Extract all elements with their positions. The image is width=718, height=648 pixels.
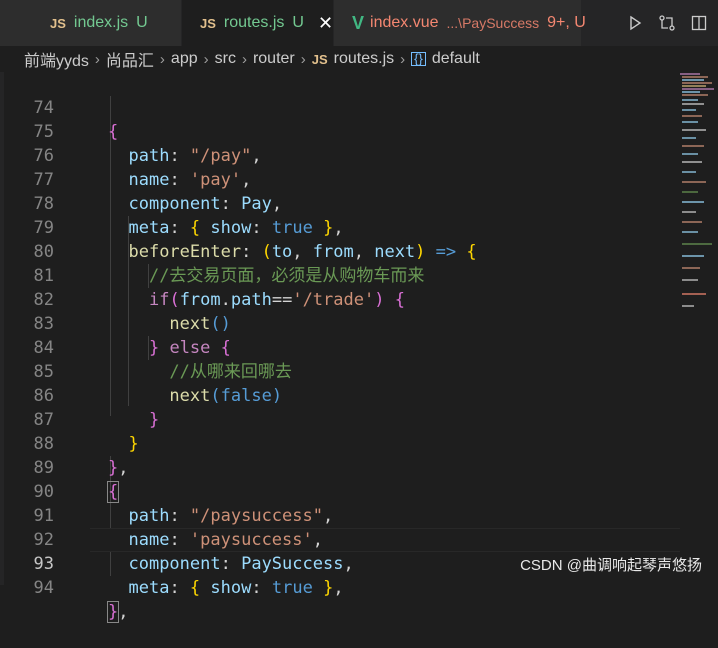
code-line: 93 meta: { show: true }, bbox=[0, 528, 680, 598]
chevron-right-icon: › bbox=[94, 50, 100, 68]
tab-description: ...\PaySuccess bbox=[446, 15, 540, 31]
javascript-file-icon: JS bbox=[200, 15, 216, 31]
code-line: 92 component: PaySuccess, bbox=[0, 504, 680, 574]
code-line: 76 name: 'pay', bbox=[0, 120, 680, 190]
code-line: 84 //从哪来回哪去 bbox=[0, 312, 680, 382]
code-line: 78 meta: { show: true }, bbox=[0, 168, 680, 238]
chevron-right-icon: › bbox=[241, 50, 247, 68]
code-line: 90 path: "/paysuccess", bbox=[0, 456, 680, 526]
symbol-icon: {} bbox=[411, 52, 426, 66]
line-number: 94 bbox=[33, 578, 54, 598]
code-line: 91 name: 'paysuccess', bbox=[0, 480, 680, 550]
javascript-file-icon: JS bbox=[50, 15, 66, 31]
code-line: 88 }, bbox=[0, 408, 680, 478]
code-line: 77 component: Pay, bbox=[0, 144, 680, 214]
code-line: 87 } bbox=[0, 384, 680, 454]
code-line: 75 path: "/pay", bbox=[0, 96, 680, 166]
split-editor-icon[interactable] bbox=[690, 14, 708, 32]
code-line: 89 { bbox=[0, 432, 680, 503]
tab-bar: JS index.js U JS routes.js U ✕ V index.v… bbox=[0, 0, 718, 46]
chevron-right-icon: › bbox=[300, 50, 306, 68]
code-line: 79 beforeEnter: (to, from, next) => { bbox=[0, 192, 680, 262]
javascript-file-icon: JS bbox=[311, 51, 328, 67]
code-line: 74 { bbox=[0, 72, 680, 142]
code-line: 85 next(false) bbox=[0, 336, 680, 406]
close-icon[interactable]: ✕ bbox=[318, 13, 333, 34]
chevron-right-icon: › bbox=[400, 50, 406, 68]
tab-routes-js[interactable]: JS routes.js U ✕ bbox=[182, 0, 334, 46]
breadcrumb-symbol[interactable]: default bbox=[432, 50, 480, 68]
minimap[interactable] bbox=[678, 72, 718, 312]
tab-index-vue[interactable]: V index.vue ...\PaySuccess 9+, U bbox=[334, 0, 586, 46]
code-editor[interactable]: 74 { 75 path: "/pay", 76 name: 'pay', 77… bbox=[0, 72, 718, 623]
breadcrumb-file[interactable]: routes.js bbox=[334, 50, 394, 68]
breadcrumb-item[interactable]: 前端yyds bbox=[24, 47, 89, 71]
editor-actions bbox=[582, 0, 708, 46]
tab-label: index.vue bbox=[370, 14, 439, 31]
run-icon[interactable] bbox=[626, 14, 644, 32]
problem-count-badge: 9+, U bbox=[547, 14, 586, 31]
git-status-badge: U bbox=[136, 14, 148, 31]
code-line: 83 } else { bbox=[0, 288, 680, 358]
vue-file-icon: V bbox=[352, 12, 365, 33]
breadcrumb-item[interactable]: src bbox=[215, 50, 236, 68]
code-line: 81 if(from.path=='/trade') { bbox=[0, 240, 680, 310]
breadcrumb: 前端yyds › 尚品汇 › app › src › router › JS r… bbox=[0, 46, 718, 72]
chevron-right-icon: › bbox=[159, 50, 165, 68]
breadcrumb-item[interactable]: app bbox=[171, 50, 198, 68]
code-line: 80 //去交易页面，必须是从购物车而来 bbox=[0, 216, 680, 286]
compare-changes-icon[interactable] bbox=[658, 14, 676, 32]
code-line: 86 } bbox=[0, 360, 680, 430]
chevron-right-icon: › bbox=[203, 50, 209, 68]
breadcrumb-item[interactable]: router bbox=[253, 50, 295, 68]
code-line: 82 next() bbox=[0, 264, 680, 334]
tab-label: routes.js bbox=[223, 14, 285, 31]
watermark: CSDN @曲调响起琴声悠扬 bbox=[520, 557, 702, 574]
breadcrumb-item[interactable]: 尚品汇 bbox=[106, 47, 154, 71]
tab-label: index.js bbox=[73, 14, 129, 31]
tab-index-js[interactable]: JS index.js U bbox=[0, 0, 182, 46]
git-status-badge: U bbox=[292, 14, 304, 31]
